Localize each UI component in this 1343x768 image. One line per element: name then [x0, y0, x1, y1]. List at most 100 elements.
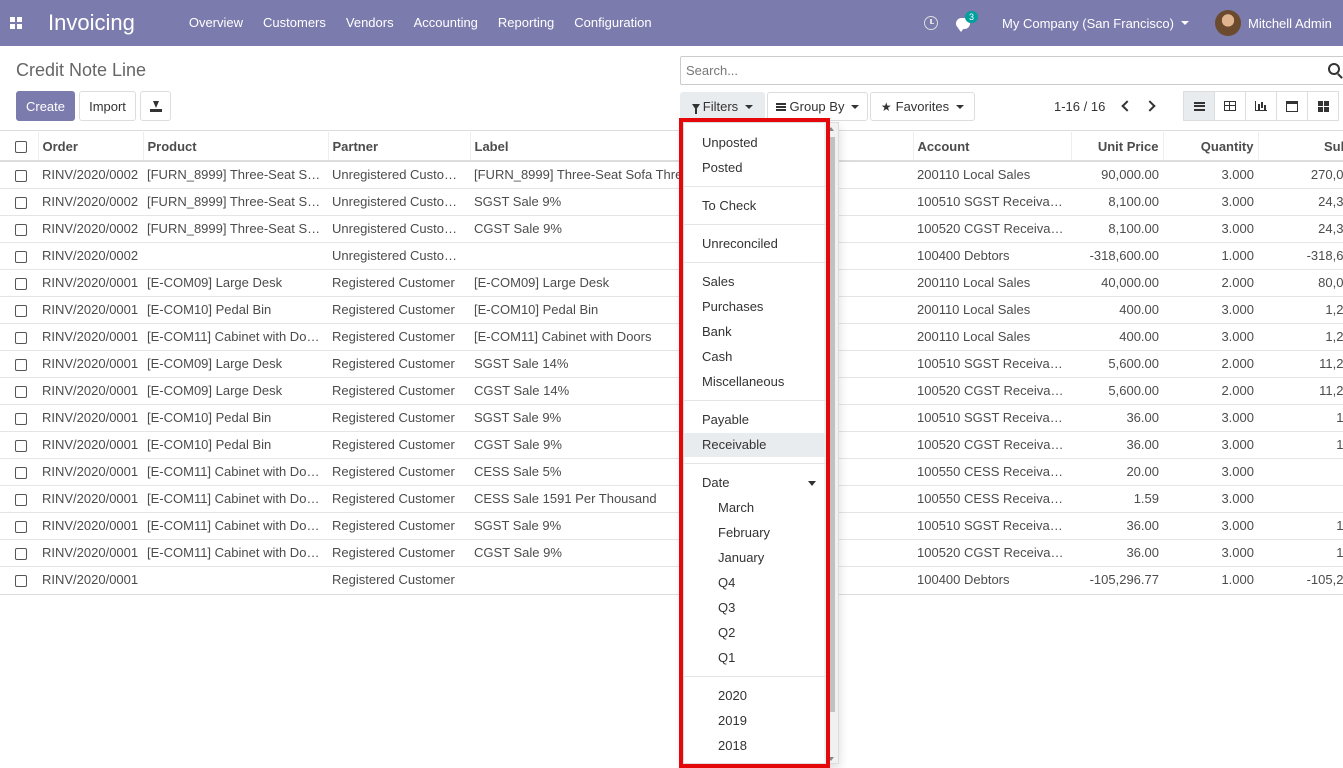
menu-overview[interactable]: Overview	[179, 0, 253, 46]
pager-next-icon[interactable]	[1144, 100, 1156, 112]
filter-option-sales[interactable]: Sales	[684, 270, 826, 294]
group-by-button[interactable]: Group By	[767, 92, 868, 121]
table-row[interactable]: RINV/2020/0001 [E-COM09] Large Desk Regist…	[0, 376, 1343, 404]
filter-option-miscellaneous[interactable]: Miscellaneous	[684, 370, 826, 394]
create-button[interactable]: Create	[16, 91, 75, 121]
menu-reporting[interactable]: Reporting	[488, 0, 564, 46]
search-icon[interactable]	[1328, 63, 1340, 75]
row-checkbox[interactable]	[15, 520, 27, 533]
table-row[interactable]: RINV/2020/0001 [E-COM11] Cabinet with Doo…	[0, 511, 1343, 539]
row-checkbox[interactable]	[15, 412, 27, 425]
cell-subtotal: 11,200.00	[1258, 349, 1343, 377]
row-checkbox[interactable]	[15, 223, 27, 236]
column-header-quantity[interactable]: Quantity	[1162, 132, 1258, 162]
date-option-february[interactable]: February	[684, 521, 826, 545]
row-checkbox[interactable]	[15, 304, 27, 317]
filter-option-receivable[interactable]: Receivable	[684, 433, 826, 457]
row-checkbox[interactable]	[15, 547, 27, 560]
scroll-down-icon[interactable]	[828, 757, 834, 761]
caret-down-icon	[745, 104, 754, 109]
table-row[interactable]: RINV/2020/0001 Registered Customer 100400 …	[0, 565, 1343, 593]
menu-accounting[interactable]: Accounting	[404, 0, 488, 46]
menu-configuration[interactable]: Configuration	[564, 0, 661, 46]
row-checkbox[interactable]	[15, 439, 27, 452]
filter-option-payable[interactable]: Payable	[684, 408, 826, 432]
table-row[interactable]: RINV/2020/0001 [E-COM09] Large Desk Regist…	[0, 349, 1343, 377]
column-header-order[interactable]: Order	[37, 132, 143, 162]
table-row[interactable]: RINV/2020/0001 [E-COM10] Pedal Bin Registe…	[0, 403, 1343, 431]
menu-customers[interactable]: Customers	[253, 0, 336, 46]
row-checkbox[interactable]	[15, 331, 27, 344]
table-row[interactable]: RINV/2020/0001 [E-COM11] Cabinet with Doo…	[0, 538, 1343, 566]
table-row[interactable]: RINV/2020/0001 [E-COM09] Large Desk Regist…	[0, 268, 1343, 296]
date-option-q2[interactable]: Q2	[684, 621, 826, 645]
graph-view-button[interactable]	[1245, 91, 1277, 121]
pager-previous-icon[interactable]	[1121, 100, 1133, 112]
cell-quantity: 1.000	[1163, 565, 1258, 593]
cell-unit-price: 40,000.00	[1071, 268, 1163, 296]
row-checkbox[interactable]	[15, 385, 27, 398]
date-option-q3[interactable]: Q3	[684, 596, 826, 620]
table-row[interactable]: RINV/2020/0001 [E-COM11] Cabinet with Doo…	[0, 322, 1343, 350]
list-view-button[interactable]	[1183, 91, 1215, 121]
dropdown-scrollbar[interactable]	[824, 123, 838, 763]
date-option-2019[interactable]: 2019	[684, 709, 826, 733]
table-row[interactable]: RINV/2020/0002 [FURN_8999] Three-Seat Sof…	[0, 214, 1343, 242]
column-header-subtotal[interactable]: Subtotal	[1257, 132, 1343, 162]
table-row[interactable]: RINV/2020/0002 [FURN_8999] Three-Seat Sof…	[0, 160, 1343, 188]
column-header-unit-price[interactable]: Unit Price	[1070, 132, 1163, 162]
row-checkbox[interactable]	[15, 358, 27, 371]
scroll-up-icon[interactable]	[828, 127, 834, 131]
calendar-view-button[interactable]	[1276, 91, 1308, 121]
row-checkbox[interactable]	[15, 250, 27, 263]
search-input[interactable]	[681, 57, 1301, 84]
column-header-product[interactable]: Product	[142, 132, 328, 162]
filter-option-posted[interactable]: Posted	[684, 156, 826, 180]
filters-button[interactable]: Filters	[680, 92, 765, 121]
filter-option-to-check[interactable]: To Check	[684, 194, 826, 218]
date-option-march[interactable]: March	[684, 496, 826, 520]
table-row[interactable]: RINV/2020/0001 [E-COM11] Cabinet with Doo…	[0, 484, 1343, 512]
date-option-q1[interactable]: Q1	[684, 646, 826, 670]
table-row[interactable]: RINV/2020/0001 [E-COM11] Cabinet with Doo…	[0, 457, 1343, 485]
filter-option-date[interactable]: Date	[684, 471, 826, 495]
user-menu[interactable]: Mitchell Admin	[1215, 10, 1343, 36]
cell-subtotal: -105,296.77	[1258, 565, 1343, 593]
import-button[interactable]: Import	[79, 91, 136, 121]
cell-unit-price: 5,600.00	[1071, 376, 1163, 404]
table-row[interactable]: RINV/2020/0002 Unregistered Customer 10040…	[0, 241, 1343, 269]
filter-option-purchases[interactable]: Purchases	[684, 295, 826, 319]
filter-option-bank[interactable]: Bank	[684, 320, 826, 344]
messaging-menu[interactable]: 3	[956, 10, 979, 32]
row-checkbox[interactable]	[15, 466, 27, 479]
favorites-button[interactable]: ★ Favorites	[870, 92, 975, 121]
row-checkbox[interactable]	[15, 277, 27, 290]
row-checkbox[interactable]	[15, 196, 27, 209]
column-header-account[interactable]: Account	[912, 132, 1071, 162]
row-checkbox[interactable]	[15, 169, 27, 182]
scrollbar-thumb[interactable]	[827, 137, 835, 712]
select-all-checkbox[interactable]	[15, 141, 27, 154]
row-checkbox[interactable]	[15, 493, 27, 506]
menu-vendors[interactable]: Vendors	[336, 0, 404, 46]
table-row[interactable]: RINV/2020/0002 [FURN_8999] Three-Seat Sof…	[0, 187, 1343, 215]
row-checkbox[interactable]	[15, 574, 27, 587]
pager-value[interactable]: 1-16 / 16	[1054, 99, 1105, 114]
filter-option-unreconciled[interactable]: Unreconciled	[684, 232, 826, 256]
date-option-2020[interactable]: 2020	[684, 684, 826, 708]
export-button[interactable]	[140, 91, 171, 121]
company-switcher[interactable]: My Company (San Francisco)	[1002, 16, 1189, 31]
date-option-january[interactable]: January	[684, 546, 826, 570]
date-option-2018[interactable]: 2018	[684, 734, 826, 758]
filter-option-cash[interactable]: Cash	[684, 345, 826, 369]
pivot-view-button[interactable]	[1214, 91, 1246, 121]
app-title[interactable]: Invoicing	[48, 10, 135, 36]
kanban-view-button[interactable]	[1307, 91, 1339, 121]
table-row[interactable]: RINV/2020/0001 [E-COM10] Pedal Bin Registe…	[0, 295, 1343, 323]
table-row[interactable]: RINV/2020/0001 [E-COM10] Pedal Bin Registe…	[0, 430, 1343, 458]
date-option-q4[interactable]: Q4	[684, 571, 826, 595]
apps-menu-icon[interactable]	[0, 0, 32, 46]
column-header-partner[interactable]: Partner	[327, 132, 470, 162]
activity-clock-icon[interactable]	[924, 16, 939, 30]
filter-option-unposted[interactable]: Unposted	[684, 131, 826, 155]
